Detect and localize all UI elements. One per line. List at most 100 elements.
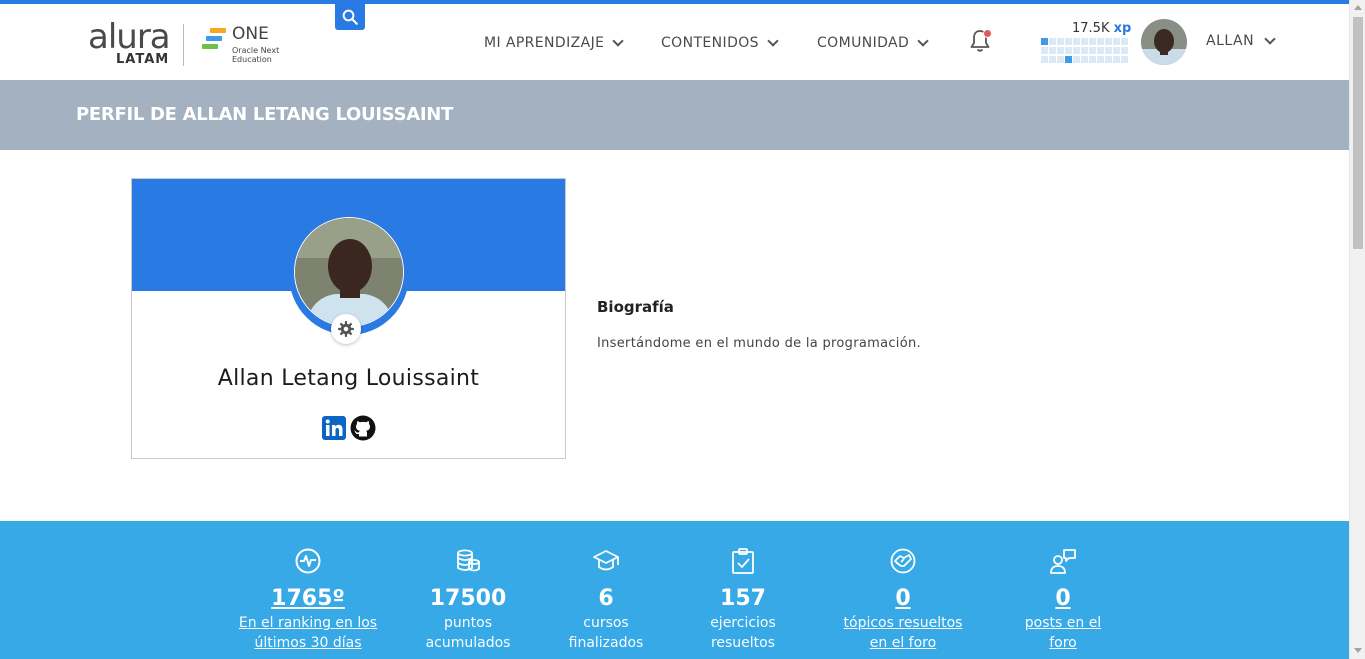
scroll-down-icon[interactable] [1354, 648, 1362, 653]
profile-title-band: PERFIL DE ALLAN LETANG LOUISSAINT [0, 80, 1349, 150]
stat-forum-topics-label-2: en el foro [869, 635, 937, 651]
stat-forum-topics[interactable]: 0 tópicos resueltos en el foro [828, 547, 978, 653]
chevron-down-icon [612, 34, 625, 47]
xp-grid-cell [1097, 56, 1104, 63]
xp-grid-cell [1105, 38, 1112, 45]
clipboard-check-icon [732, 548, 754, 574]
xp-grid-cell [1073, 38, 1080, 45]
stat-forum-posts[interactable]: 0 posts en el foro [988, 547, 1138, 653]
nav-contenidos-label: CONTENIDOS [661, 35, 759, 51]
chevron-down-icon [917, 34, 929, 47]
chevron-down-icon [1264, 32, 1276, 45]
xp-grid-cell [1041, 56, 1048, 63]
xp-grid-cell [1065, 38, 1072, 45]
xp-grid-cell [1089, 56, 1096, 63]
nav-mi-aprendizaje-label: MI APRENDIZAJE [484, 35, 605, 51]
xp-grid-cell [1105, 56, 1112, 63]
xp-grid-cell [1057, 47, 1064, 54]
handshake-icon [890, 548, 916, 574]
profile-full-name: Allan Letang Louissaint [217, 366, 480, 391]
xp-grid-cell [1121, 38, 1128, 45]
bio-text: Insertándome en el mundo de la programac… [597, 336, 921, 351]
stat-exercises-label-2: resueltos [710, 635, 776, 651]
xp-grid-cell [1089, 38, 1096, 45]
stat-points: 17500 puntos acumulados [393, 547, 543, 653]
profile-card: Allan Letang Louissaint [131, 178, 566, 459]
xp-grid-cell [1041, 47, 1048, 54]
xp-grid-cell [1105, 47, 1112, 54]
xp-grid-cell [1113, 56, 1120, 63]
stat-courses: 6 cursos finalizados [531, 547, 681, 653]
stat-forum-posts-value: 0 [1055, 586, 1071, 611]
user-menu[interactable]: ALLAN [1206, 32, 1276, 49]
logo-divider [183, 24, 184, 66]
xp-grid-cell [1049, 38, 1056, 45]
one-logo-name: ONE [232, 24, 269, 44]
graduation-cap-icon [593, 550, 619, 571]
stat-forum-posts-label-1: posts en el [1024, 615, 1102, 631]
avatar[interactable] [1141, 19, 1187, 65]
stat-points-label-1: puntos [444, 615, 492, 631]
xp-grid-cell [1113, 38, 1120, 45]
stat-exercises-label-1: ejercicios [710, 615, 776, 631]
search-button[interactable] [335, 4, 365, 30]
stat-points-label-2: acumulados [425, 635, 511, 651]
page-title: PERFIL DE ALLAN LETANG LOUISSAINT [76, 104, 454, 125]
chevron-down-icon [767, 34, 779, 47]
xp-activity-grid [1041, 38, 1131, 64]
xp-grid-cell [1065, 47, 1072, 54]
xp-unit: xp [1113, 21, 1132, 36]
xp-grid-cell [1113, 47, 1120, 54]
gear-icon [338, 321, 354, 337]
notification-dot [983, 29, 992, 38]
xp-grid-cell [1049, 56, 1056, 63]
xp-grid-cell [1057, 56, 1064, 63]
stat-forum-posts-label-2: foro [1049, 635, 1077, 651]
xp-value: 17.5K [1072, 21, 1110, 36]
page-scrollbar[interactable] [1349, 0, 1365, 659]
one-logo-tagline: Oracle Next Education [232, 46, 280, 64]
stat-forum-topics-label-1: tópicos resueltos [843, 615, 963, 631]
scroll-up-icon[interactable] [1354, 5, 1362, 10]
xp-grid-cell [1073, 47, 1080, 54]
stat-exercises-value: 157 [720, 586, 766, 611]
one-logo-mark [202, 28, 226, 50]
xp-grid-cell [1121, 56, 1128, 63]
xp-grid-cell [1081, 47, 1088, 54]
profile-avatar [294, 217, 404, 327]
pulse-icon [295, 548, 321, 574]
stat-forum-topics-value: 0 [895, 586, 911, 611]
xp-grid-cell [1121, 47, 1128, 54]
xp-grid-cell [1097, 38, 1104, 45]
profile-avatar-photo [295, 218, 403, 326]
profile-settings-button[interactable] [331, 314, 361, 344]
alura-logo[interactable]: alura LATAM [88, 18, 172, 70]
one-logo[interactable]: ONE Oracle Next Education [202, 24, 282, 66]
nav-mi-aprendizaje[interactable]: MI APRENDIZAJE [484, 33, 625, 53]
xp-grid-cell [1073, 56, 1080, 63]
nav-contenidos[interactable]: CONTENIDOS [661, 33, 779, 53]
user-avatar-photo [1141, 19, 1187, 65]
xp-grid-cell [1057, 38, 1064, 45]
stat-ranking-label-1: En el ranking en los [238, 615, 378, 631]
nav-comunidad-label: COMUNIDAD [817, 35, 910, 51]
person-comment-icon [1050, 549, 1076, 574]
coins-icon [457, 549, 480, 572]
github-link[interactable] [350, 415, 376, 441]
xp-grid-cell [1081, 38, 1088, 45]
xp-grid-cell [1081, 56, 1088, 63]
xp-counter: 17.5K xp [1072, 21, 1131, 36]
linkedin-icon [322, 416, 346, 440]
stats-band: 1765º En el ranking en los últimos 30 dí… [0, 521, 1349, 659]
xp-grid-cell [1065, 56, 1072, 63]
alura-logo-sub: LATAM [116, 52, 170, 67]
xp-grid-cell [1089, 47, 1096, 54]
linkedin-link[interactable] [321, 415, 347, 441]
stat-points-value: 17500 [429, 586, 507, 611]
xp-grid-cell [1097, 47, 1104, 54]
stat-ranking[interactable]: 1765º En el ranking en los últimos 30 dí… [233, 547, 383, 653]
xp-grid-cell [1041, 38, 1048, 45]
bio-heading: Biografía [597, 298, 674, 316]
scroll-thumb[interactable] [1353, 17, 1363, 249]
nav-comunidad[interactable]: COMUNIDAD [817, 33, 929, 53]
